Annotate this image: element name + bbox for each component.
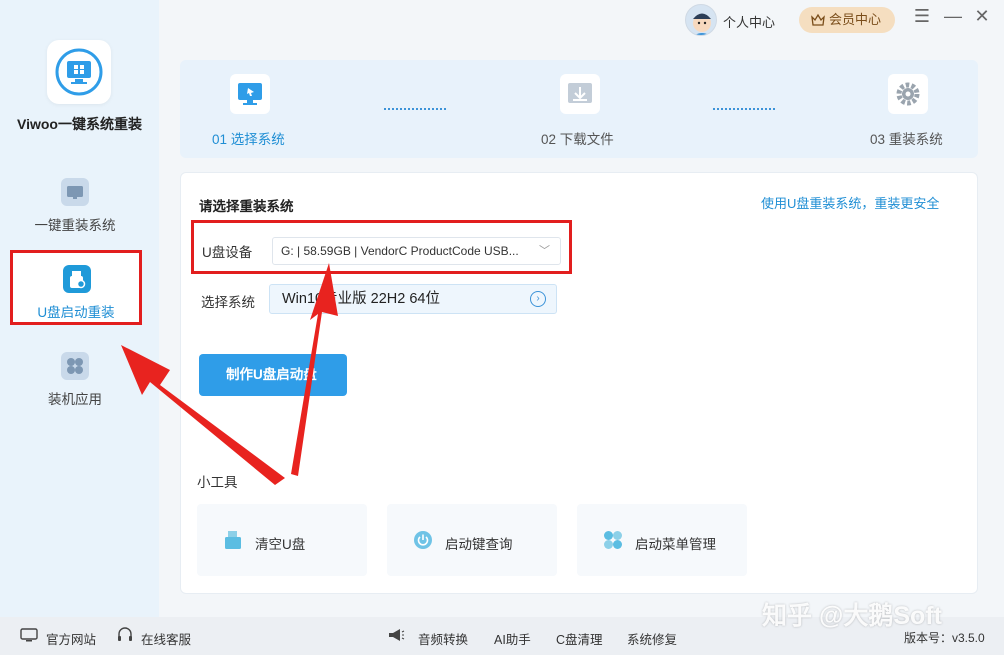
system-repair-link[interactable]: 系统修复 xyxy=(627,629,677,648)
app-logo xyxy=(47,40,111,104)
step-3-label: 03 重装系统 xyxy=(870,132,943,147)
c-drive-clean-link[interactable]: C盘清理 xyxy=(556,629,603,648)
usb-device-highlight: U盘设备 G: | 58.59GB | VendorC ProductCode … xyxy=(191,220,572,274)
vip-center-label: 会员中心 xyxy=(829,12,882,27)
sidebar: Viwoo一键系统重装 一键重装系统 U盘启动重装 装机应用 xyxy=(0,0,159,617)
user-avatar-icon xyxy=(693,13,711,35)
section-title: 请选择重装系统 xyxy=(199,199,294,214)
usb-device-label: U盘设备 xyxy=(202,245,253,260)
make-usb-boot-button[interactable]: 制作U盘启动盘 xyxy=(199,354,347,396)
system-value: Win10专业版 22H2 64位 xyxy=(282,291,440,307)
crown-icon xyxy=(811,13,825,26)
usb-device-select[interactable]: G: | 58.59GB | VendorC ProductCode USB..… xyxy=(272,237,561,265)
tool-boot-key-lookup[interactable]: 启动键查询 xyxy=(387,504,557,576)
tool-label: 启动菜单管理 xyxy=(635,537,716,552)
power-icon xyxy=(414,531,432,549)
safe-reinstall-link[interactable]: 使用U盘重装系统，重装更安全 xyxy=(761,193,939,212)
online-service-link[interactable]: 在线客服 xyxy=(141,629,191,648)
official-site-link[interactable]: 官方网站 xyxy=(46,629,96,648)
system-select-label: 选择系统 xyxy=(201,295,255,310)
step-download-icon xyxy=(560,74,600,114)
menu-icon[interactable]: ☰ xyxy=(912,6,932,27)
vip-center-button[interactable]: 会员中心 xyxy=(799,7,895,33)
step-2-label: 02 下载文件 xyxy=(541,132,614,147)
sidebar-item-usb-reinstall[interactable]: U盘启动重装 xyxy=(10,250,142,325)
steps-progress: 01 选择系统 02 下载文件 03 重装系统 xyxy=(180,60,978,158)
apps-grid-icon xyxy=(61,352,89,380)
usb-device-value: G: | 58.59GB | VendorC ProductCode USB..… xyxy=(281,244,519,258)
ai-assistant-link[interactable]: AI助手 xyxy=(494,629,531,648)
audio-convert-link[interactable]: 音频转换 xyxy=(418,629,468,648)
step-connector xyxy=(384,108,446,110)
chevron-right-icon: › xyxy=(530,291,546,307)
main-panel: 请选择重装系统 使用U盘重装系统，重装更安全 U盘设备 G: | 58.59GB… xyxy=(180,172,978,594)
minimize-icon[interactable]: — xyxy=(943,6,963,27)
chevron-down-icon: ﹀ xyxy=(539,245,550,257)
tools-title: 小工具 xyxy=(197,475,238,490)
watermark-text: 知乎 @大鹅Soft xyxy=(762,602,942,630)
avatar[interactable] xyxy=(685,4,717,36)
sidebar-item-label: 装机应用 xyxy=(48,392,102,407)
usb-drive-icon xyxy=(63,265,91,293)
tool-boot-menu-manage[interactable]: 启动菜单管理 xyxy=(577,504,747,576)
sidebar-item-label: U盘启动重装 xyxy=(37,305,115,320)
close-icon[interactable]: ✕ xyxy=(972,6,992,27)
website-icon xyxy=(20,628,38,642)
tool-label: 清空U盘 xyxy=(255,537,306,552)
sidebar-item-apps[interactable]: 装机应用 xyxy=(0,352,150,424)
app-title: Viwoo一键系统重装 xyxy=(17,116,142,132)
usb-clear-icon xyxy=(225,531,241,549)
step-reinstall-gear-icon xyxy=(888,74,928,114)
step-connector xyxy=(713,108,775,110)
step-1-label: 01 选择系统 xyxy=(212,132,285,147)
sidebar-item-label: 一键重装系统 xyxy=(34,218,116,233)
user-center-link[interactable]: 个人中心 xyxy=(723,12,775,31)
tool-clear-usb[interactable]: 清空U盘 xyxy=(197,504,367,576)
boot-menu-icon xyxy=(604,531,622,549)
system-select[interactable]: Win10专业版 22H2 64位 › xyxy=(269,284,557,314)
step-select-system-icon xyxy=(230,74,270,114)
headset-icon xyxy=(118,627,132,641)
megaphone-icon xyxy=(389,629,405,641)
sidebar-item-one-click-reinstall[interactable]: 一键重装系统 xyxy=(0,178,150,250)
monitor-refresh-icon xyxy=(61,178,89,206)
tool-label: 启动键查询 xyxy=(445,537,513,552)
app-logo-icon xyxy=(55,48,103,96)
